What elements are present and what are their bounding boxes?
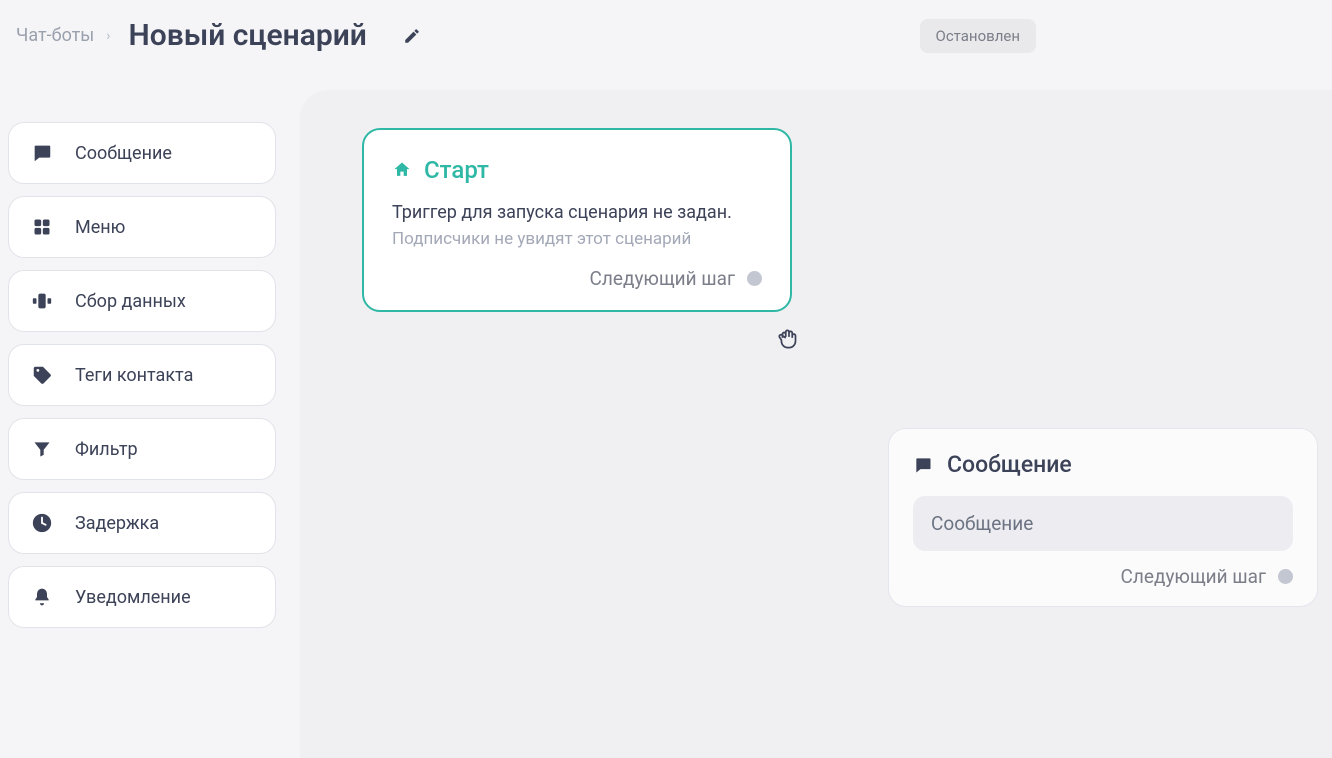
tool-menu[interactable]: Меню [8,196,276,258]
node-body: Триггер для запуска сценария не задан. П… [392,202,762,249]
next-step-row: Следующий шаг [392,267,762,290]
tool-label: Задержка [75,513,159,534]
tool-label: Фильтр [75,439,138,460]
tool-tags[interactable]: Теги контакта [8,344,276,406]
chat-icon [31,142,53,164]
tool-label: Теги контакта [75,365,193,386]
grid-icon [31,216,53,238]
breadcrumb: Чат-боты › Новый сценарий [16,18,421,53]
message-placeholder: Сообщение [931,512,1033,535]
node-message-title: Сообщение [947,451,1072,478]
filter-icon [31,438,53,460]
bell-icon [31,586,53,608]
tool-delay[interactable]: Задержка [8,492,276,554]
output-port[interactable] [747,271,762,286]
status-badge: Остановлен [920,19,1037,53]
header: Чат-боты › Новый сценарий Остановлен [0,0,1332,83]
tool-label: Сообщение [75,143,172,164]
grab-cursor-icon [776,326,802,352]
form-icon [31,290,53,312]
edit-icon[interactable] [403,27,421,45]
node-header: Старт [392,156,762,184]
tool-message[interactable]: Сообщение [8,122,276,184]
flow-canvas[interactable]: Старт Триггер для запуска сценария не за… [300,90,1332,758]
home-icon [392,160,412,180]
tool-label: Сбор данных [75,291,186,312]
breadcrumb-root[interactable]: Чат-боты [16,25,94,46]
node-header: Сообщение [913,451,1293,478]
message-content-block[interactable]: Сообщение [913,496,1293,551]
next-step-label: Следующий шаг [590,267,735,290]
tool-palette: Сообщение Меню Сбор данных Теги контакта… [8,122,276,628]
tool-notification[interactable]: Уведомление [8,566,276,628]
tool-label: Меню [75,217,125,238]
tool-filter[interactable]: Фильтр [8,418,276,480]
node-start[interactable]: Старт Триггер для запуска сценария не за… [362,128,792,312]
node-message[interactable]: Сообщение Сообщение Следующий шаг [888,428,1318,607]
chevron-right-icon: › [106,28,110,44]
node-start-title: Старт [424,156,489,184]
clock-icon [31,512,53,534]
output-port[interactable] [1278,569,1293,584]
tag-icon [31,364,53,386]
chat-icon [913,455,933,475]
tool-label: Уведомление [75,587,191,608]
next-step-label: Следующий шаг [1121,565,1266,588]
start-trigger-message: Триггер для запуска сценария не задан. [392,202,762,223]
tool-data-collect[interactable]: Сбор данных [8,270,276,332]
next-step-row: Следующий шаг [913,565,1293,588]
start-trigger-hint: Подписчики не увидят этот сценарий [392,229,762,249]
page-title: Новый сценарий [129,18,367,53]
